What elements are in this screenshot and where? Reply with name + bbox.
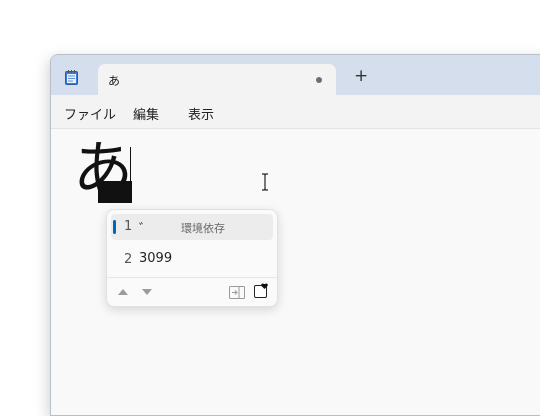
menu-bar: ファイル 編集 表示 (51, 95, 540, 129)
candidate-number: 1 (124, 219, 133, 234)
candidate-note: 環境依存 (181, 222, 225, 235)
candidate-text: 3099 (139, 251, 173, 266)
text-caret (130, 147, 131, 199)
menu-view[interactable]: 表示 (188, 104, 214, 123)
expand-panel-icon[interactable] (229, 286, 245, 299)
ibeam-cursor-icon (262, 173, 268, 191)
favorites-icon[interactable] (254, 283, 269, 299)
editor-text: あ (73, 135, 133, 205)
new-tab-button[interactable]: + (354, 68, 368, 85)
arrow-down-icon[interactable] (142, 289, 152, 296)
tab-document[interactable]: あ (98, 64, 336, 95)
candidate-number: 2 (124, 252, 133, 267)
candidate-divider (107, 277, 277, 278)
tab-title: あ (108, 74, 121, 88)
menu-edit[interactable]: 編集 (133, 104, 159, 123)
notepad-icon (65, 70, 78, 85)
candidate-footer (107, 280, 277, 304)
title-bar: あ + (51, 55, 540, 95)
menu-file[interactable]: ファイル (64, 104, 116, 123)
candidate-item-1[interactable]: 1 ゛ 環境依存 (111, 214, 273, 240)
candidate-item-2[interactable]: 2 3099 (111, 247, 273, 273)
ime-candidate-window: 1 ゛ 環境依存 2 3099 (106, 209, 278, 307)
unsaved-dot-icon[interactable] (316, 77, 322, 83)
arrow-up-icon[interactable] (118, 288, 128, 295)
candidate-text: ゛ (139, 222, 153, 237)
selection-indicator (113, 220, 116, 234)
